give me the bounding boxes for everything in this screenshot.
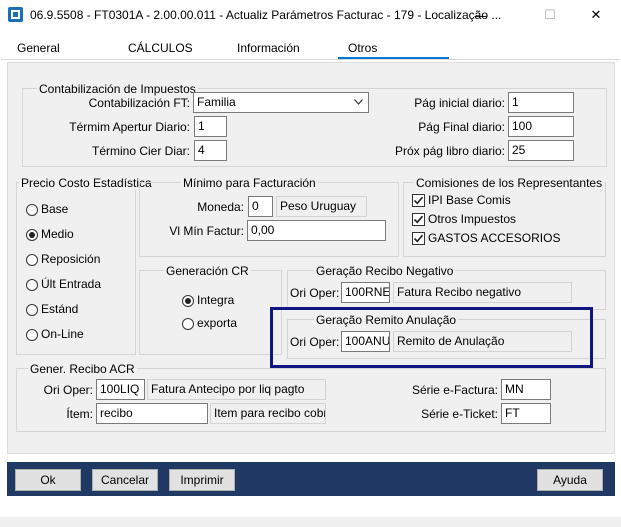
generacion-cr-group-title: Generación CR [164,264,251,278]
precio-costo-option-label: Reposición [41,252,101,266]
moneda-input[interactable]: 0 [248,196,273,217]
window-title: 06.9.5508 - FT0301A - 2.00.00.011 - Actu… [30,8,502,22]
precio-costo-option-label: Base [41,202,69,216]
pag-inicial-label: Pág inicial diario: [414,96,505,110]
precio-costo-option-label: Últ Entrada [41,277,102,291]
termino-cier-label: Término Cier Diar: [91,144,190,158]
termino-cier-input[interactable]: 4 [194,140,227,161]
recibo-negativo-ori-oper-input[interactable]: 100RNE [341,282,390,303]
minimize-icon: — [474,7,488,23]
vl-min-factur-input[interactable]: 0,00 [247,220,386,241]
radio-button-icon[interactable] [26,229,38,241]
minimo-facturacion-group-title: Mínimo para Facturación [181,176,318,190]
termin-apertur-label: Térmim Apertur Diario: [69,120,190,134]
generacion-cr-option-label: Integra [197,293,235,307]
highlight-frame [270,307,593,368]
app-icon [8,7,23,22]
recibo-acr-ori-oper-label: Ori Oper: [43,383,93,397]
radio-button-icon[interactable] [182,318,194,330]
serie-efactura-input[interactable]: MN [501,379,551,400]
close-icon: ✕ [590,7,602,22]
pag-final-label: Pág Final diario: [418,120,505,134]
contabilizacion-group-title: Contabilización de Impuestos [37,82,198,96]
tab-divider [1,59,620,60]
generacion-cr-option-label: exporta [197,316,238,330]
cancelar-button[interactable]: Cancelar [92,469,158,491]
tab-calculos[interactable]: CÁLCULOS [128,41,193,55]
recibo-negativo-description: Fatura Recibo negativo [393,282,572,303]
contabilizacion-ft-select[interactable]: Familia [193,92,369,113]
recibo-acr-item-description: Item para recibo cobranz [210,403,326,424]
bottom-scroll-area [0,517,621,527]
moneda-label: Moneda: [197,200,244,214]
serie-efactura-label: Série e-Factura: [411,383,498,397]
contabilizacion-ft-label: Contabilización FT: [88,96,190,110]
prox-pag-label: Próx pág libro diario: [394,144,505,158]
generacion-cr-group [139,270,282,355]
termin-apertur-input[interactable]: 1 [194,116,227,137]
radio-button-icon[interactable] [26,254,38,266]
checkbox-icon[interactable] [412,194,425,207]
radio-button-icon[interactable] [26,329,38,341]
ok-button[interactable]: Ok [15,469,81,491]
recibo-negativo-ori-oper-label: Ori Oper: [290,286,340,300]
tab-general[interactable]: General [17,41,60,55]
close-button[interactable]: ✕ [573,0,619,30]
serie-eticket-input[interactable]: FT [501,403,551,424]
radio-button-icon[interactable] [182,295,194,307]
recibo-negativo-group-title: Geração Recibo Negativo [314,264,456,278]
minimize-button[interactable]: — [458,0,504,30]
recibo-acr-ori-oper-description: Fatura Antecipo por liq pagto [147,379,326,400]
pag-inicial-input[interactable]: 1 [508,92,574,113]
maximize-button[interactable]: ☐ [527,0,573,30]
precio-costo-option-label: Medio [41,227,74,241]
comisiones-option-label: IPI Base Comis [428,193,511,207]
comisiones-option-label: Otros Impuestos [428,212,517,226]
contabilizacion-ft-value: Familia [197,95,236,109]
precio-costo-option-label: Estánd [41,302,79,316]
prox-pag-input[interactable]: 25 [508,140,574,161]
maximize-icon: ☐ [544,7,556,22]
recibo-acr-ori-oper-input[interactable]: 100LIQ [96,379,145,400]
pag-final-input[interactable]: 100 [508,116,574,137]
vl-min-factur-label: Vl Mín Factur: [169,224,244,238]
recibo-acr-item-input[interactable]: recibo [96,403,208,424]
serie-eticket-label: Série e-Ticket: [421,407,498,421]
radio-button-icon[interactable] [26,204,38,216]
ayuda-button[interactable]: Ayuda [537,469,603,491]
imprimir-button[interactable]: Imprimir [169,469,235,491]
precio-costo-group-title: Precio Costo Estadística [19,176,154,190]
recibo-acr-item-label: Ítem: [66,407,93,421]
comisiones-option-label: GASTOS ACCESORIOS [428,231,561,245]
moneda-description: Peso Uruguay [276,196,367,217]
tab-informacion[interactable]: Información [237,41,300,55]
checkbox-icon[interactable] [412,232,425,245]
recibo-acr-group-title: Gener. Recibo ACR [28,362,137,376]
checkbox-icon[interactable] [412,213,425,226]
tab-otros[interactable]: Otros [348,41,377,55]
radio-button-icon[interactable] [26,304,38,316]
precio-costo-option-label: On-Line [41,327,84,341]
radio-button-icon[interactable] [26,279,38,291]
comisiones-group-title: Comisiones de los Representantes [414,176,605,190]
